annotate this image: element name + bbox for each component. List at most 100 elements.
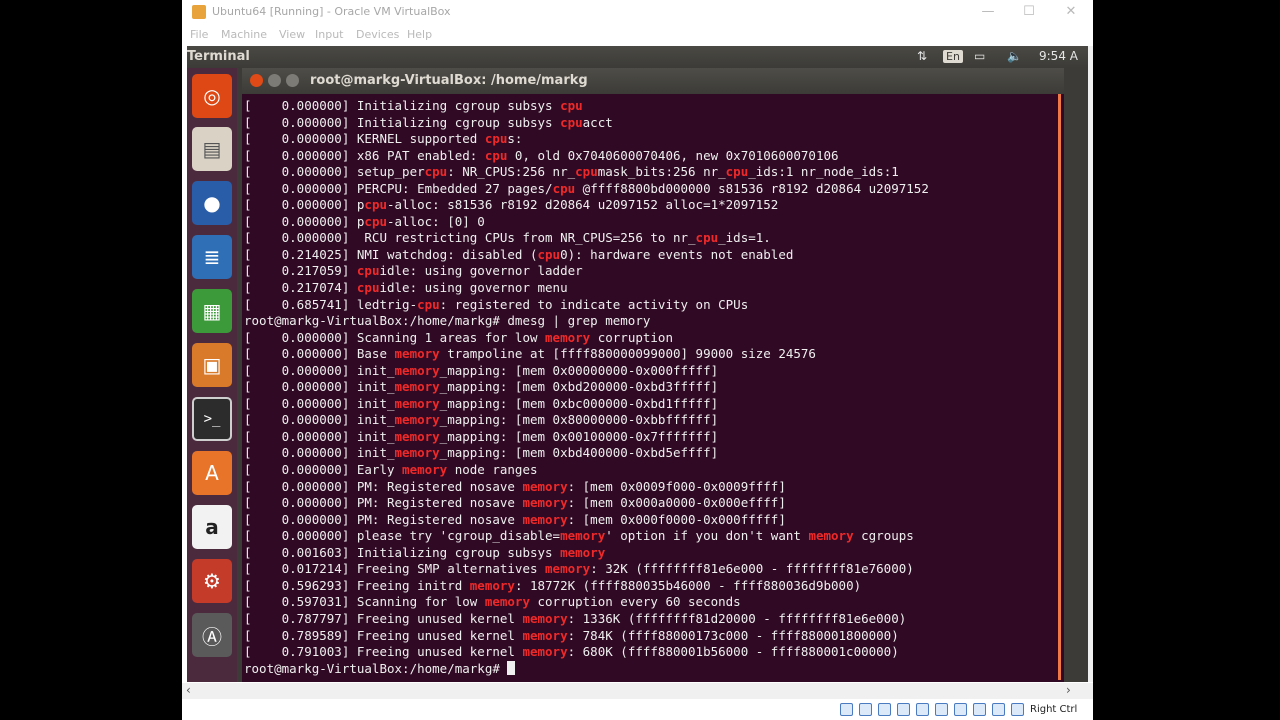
terminal-line: [ 0.214025] NMI watchdog: disabled (cpu0… xyxy=(244,247,1060,264)
terminal-title-bar[interactable]: root@markg-VirtualBox: /home/markg xyxy=(242,68,1064,94)
maximize-button[interactable]: ☐ xyxy=(1014,0,1044,24)
grep-match: cpu xyxy=(364,197,387,213)
terminal-text: s: xyxy=(507,131,523,147)
grep-match: cpu xyxy=(364,213,387,229)
scroll-right-icon[interactable]: › xyxy=(1066,683,1071,697)
close-button[interactable]: ✕ xyxy=(1056,0,1086,24)
grep-match: memory xyxy=(522,511,568,527)
software-center-icon[interactable]: A xyxy=(192,451,232,495)
terminal-text: corruption xyxy=(590,329,673,345)
terminal-window[interactable]: root@markg-VirtualBox: /home/markg [ 0.0… xyxy=(242,68,1064,682)
shared-folder-icon[interactable] xyxy=(916,703,929,716)
terminal-line: [ 0.000000] init_memory_mapping: [mem 0x… xyxy=(244,396,1060,413)
host-menu-bar: File Machine View Input Devices Help xyxy=(182,24,1093,46)
menu-file[interactable]: File xyxy=(190,28,208,41)
terminal-text: [ 0.789589] Freeing unused kernel xyxy=(244,627,523,643)
terminal-maximize-icon[interactable] xyxy=(286,74,299,87)
menu-help[interactable]: Help xyxy=(407,28,432,41)
keyboard-layout-indicator[interactable]: En xyxy=(943,50,963,63)
terminal-prompt-line[interactable]: root@markg-VirtualBox:/home/markg# xyxy=(244,660,1060,678)
network-icon[interactable] xyxy=(897,703,910,716)
terminal-close-icon[interactable] xyxy=(250,74,263,87)
clock[interactable]: 9:54 A xyxy=(1039,49,1078,63)
terminal-output[interactable]: [ 0.000000] Initializing cgroup subsys c… xyxy=(244,98,1060,678)
files-icon[interactable]: ▤ xyxy=(192,127,232,171)
display-icon[interactable] xyxy=(935,703,948,716)
minimize-button[interactable]: — xyxy=(973,0,1003,24)
usb-icon[interactable] xyxy=(878,703,891,716)
amazon-icon[interactable]: a xyxy=(192,505,232,549)
terminal-text: : registered to indicate activity on CPU… xyxy=(439,296,749,312)
terminal-line: [ 0.000000] init_memory_mapping: [mem 0x… xyxy=(244,363,1060,380)
grep-match: memory xyxy=(545,329,591,345)
terminal-line: [ 0.000000] Early memory node ranges xyxy=(244,462,1060,479)
terminal-text: node ranges xyxy=(447,462,538,478)
terminal-text: ' option if you don't want xyxy=(605,528,809,544)
calc-icon[interactable]: ▦ xyxy=(192,289,232,333)
menu-input[interactable]: Input xyxy=(315,28,343,41)
terminal-text: : [mem 0x000a0000-0x000effff] xyxy=(567,495,786,511)
terminal-line: [ 0.000000] setup_percpu: NR_CPUS:256 nr… xyxy=(244,164,1060,181)
system-settings-icon[interactable]: ⚙ xyxy=(192,559,232,603)
terminal-minimize-icon[interactable] xyxy=(268,74,281,87)
menu-devices[interactable]: Devices xyxy=(356,28,399,41)
terminal-text: [ 0.000000] PERCPU: Embedded 27 pages/ xyxy=(244,180,553,196)
updater-icon[interactable]: Ⓐ xyxy=(192,613,232,657)
terminal-text: [ 0.000000] init_ xyxy=(244,412,395,428)
writer-icon[interactable]: ≣ xyxy=(192,235,232,279)
video-capture-icon[interactable] xyxy=(954,703,967,716)
grep-match: cpu xyxy=(484,131,508,147)
terminal-line: [ 0.000000] PM: Registered nosave memory… xyxy=(244,479,1060,496)
grep-match: memory xyxy=(560,528,606,544)
terminal-text: [ 0.000000] Initializing cgroup subsys xyxy=(244,114,561,130)
cpu-icon[interactable] xyxy=(973,703,986,716)
ubuntu-dash-icon[interactable]: ◎ xyxy=(192,74,232,118)
terminal-text: _mapping: [mem 0x00000000-0x000fffff] xyxy=(439,362,719,378)
impress-icon[interactable]: ▣ xyxy=(192,343,232,387)
grep-match: cpu xyxy=(484,147,508,163)
vm-vertical-scrollbar[interactable] xyxy=(1088,46,1093,682)
menu-machine[interactable]: Machine xyxy=(221,28,267,41)
keyboard-icon[interactable] xyxy=(1011,703,1024,716)
terminal-text: [ 0.791003] Freeing unused kernel xyxy=(244,644,523,660)
grep-match: memory xyxy=(808,528,854,544)
volume-icon[interactable]: 🔈 xyxy=(1007,49,1022,63)
network-arrows-icon[interactable]: ⇅ xyxy=(917,49,927,63)
grep-match: cpu xyxy=(356,280,380,296)
mouse-integration-icon[interactable] xyxy=(992,703,1005,716)
terminal-text: [ 0.000000] init_ xyxy=(244,379,395,395)
terminal-text: @ffff8800bd000000 s81536 r8192 d20864 u2… xyxy=(575,180,929,196)
battery-icon[interactable]: ▭ xyxy=(974,49,985,63)
terminal-icon[interactable]: >_ xyxy=(192,397,232,441)
terminal-line: [ 0.000000] pcpu-alloc: s81536 r8192 d20… xyxy=(244,197,1060,214)
grep-match: cpu xyxy=(537,246,561,262)
grep-match: cpu xyxy=(695,230,719,246)
terminal-text: : 1336K (ffffffff81d20000 - ffffffff81e6… xyxy=(567,610,907,626)
terminal-text: [ 0.217059] xyxy=(244,263,357,279)
optical-icon[interactable] xyxy=(859,703,872,716)
terminal-scrollbar[interactable] xyxy=(1058,94,1061,680)
grep-match: memory xyxy=(394,412,440,428)
menu-view[interactable]: View xyxy=(279,28,305,41)
terminal-text: [ 0.217074] xyxy=(244,280,357,296)
grep-match: cpu xyxy=(560,114,583,130)
terminal-text: [ 0.214025] NMI watchdog: disabled ( xyxy=(244,246,538,262)
terminal-line: [ 0.000000] Initializing cgroup subsys c… xyxy=(244,98,1060,115)
terminal-text: root@markg-VirtualBox:/home/markg# dmesg… xyxy=(244,313,651,329)
guest-screen[interactable]: Terminal ⇅ En ▭ 🔈 9:54 A ◎ ▤ ● ≣ ▦ ▣ >_ … xyxy=(187,46,1088,682)
firefox-icon[interactable]: ● xyxy=(192,181,232,225)
terminal-title: root@markg-VirtualBox: /home/markg xyxy=(310,73,588,88)
terminal-text: _mapping: [mem 0x00100000-0x7fffffff] xyxy=(439,428,719,444)
terminal-line: [ 0.000000] init_memory_mapping: [mem 0x… xyxy=(244,445,1060,462)
terminal-line: [ 0.000000] PERCPU: Embedded 27 pages/cp… xyxy=(244,181,1060,198)
terminal-text: [ 0.000000] PM: Registered nosave xyxy=(244,495,523,511)
grep-match: cpu xyxy=(417,296,440,312)
terminal-text: [ 0.685741] ledtrig- xyxy=(244,296,418,312)
terminal-line: [ 0.000000] x86 PAT enabled: cpu 0, old … xyxy=(244,148,1060,165)
hdd-icon[interactable] xyxy=(840,703,853,716)
scroll-left-icon[interactable]: ‹ xyxy=(186,683,191,697)
terminal-text: [ 0.000000] PM: Registered nosave xyxy=(244,478,523,494)
terminal-line: [ 0.000000] please try 'cgroup_disable=m… xyxy=(244,528,1060,545)
vm-horizontal-scrollbar[interactable]: ‹ › xyxy=(182,683,1093,699)
virtualbox-window: Ubuntu64 [Running] - Oracle VM VirtualBo… xyxy=(182,0,1093,720)
